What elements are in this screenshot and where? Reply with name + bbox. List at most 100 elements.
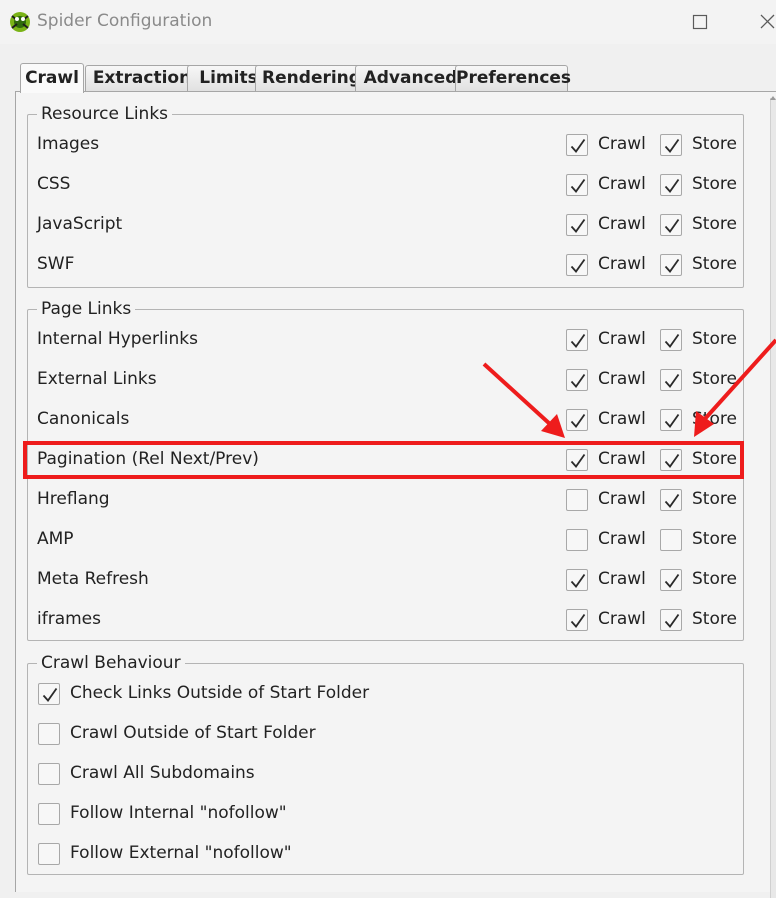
crawl-label: Crawl (598, 134, 646, 154)
tab-rendering[interactable]: Rendering (255, 65, 368, 91)
store-checkbox[interactable] (660, 254, 682, 276)
resource-links-group: Resource Links Images Crawl Store CSS Crawl S… (27, 104, 744, 288)
page-link-row-label: External Links (37, 369, 157, 389)
maximize-button[interactable] (676, 0, 722, 44)
checkmark-icon (664, 218, 680, 233)
crawl-checkbox[interactable] (566, 489, 588, 511)
store-label: Store (692, 529, 737, 549)
crawl-checkbox[interactable] (566, 134, 588, 156)
vertical-scrollbar[interactable] (770, 98, 776, 898)
crawl-behaviour-label: Crawl Outside of Start Folder (70, 723, 316, 743)
close-icon (760, 14, 775, 29)
crawl-behaviour-label: Check Links Outside of Start Folder (70, 683, 370, 703)
page-link-row-label: Hreflang (37, 489, 110, 509)
resource-link-row-label: Images (37, 134, 100, 154)
crawl-checkbox[interactable] (566, 529, 588, 551)
store-checkbox[interactable] (660, 409, 682, 431)
page-link-row-label: iframes (37, 609, 101, 629)
store-checkbox[interactable] (660, 134, 682, 156)
checkmark-icon (570, 218, 586, 233)
checkmark-icon (664, 573, 680, 588)
store-checkbox[interactable] (660, 569, 682, 591)
store-label: Store (692, 609, 737, 629)
store-label: Store (692, 214, 737, 234)
store-label: Store (692, 569, 737, 589)
checkmark-icon (664, 258, 680, 273)
crawl-checkbox[interactable] (566, 409, 588, 431)
store-label: Store (692, 174, 737, 194)
resource-link-row: SWF Crawl Store (28, 245, 743, 285)
crawl-checkbox[interactable] (566, 329, 588, 351)
crawl-behaviour-option: Check Links Outside of Start Folder (28, 674, 743, 714)
store-label: Store (692, 369, 737, 389)
resource-link-row-label: SWF (37, 254, 75, 274)
page-link-row: Meta Refresh Crawl Store (28, 560, 743, 600)
crawl-behaviour-checkbox[interactable] (38, 803, 60, 825)
crawl-behaviour-checkbox[interactable] (38, 723, 60, 745)
crawl-behaviour-option: Follow Internal "nofollow" (28, 794, 743, 834)
checkmark-icon (664, 413, 680, 428)
page-link-row-label: Internal Hyperlinks (37, 329, 198, 349)
crawl-label: Crawl (598, 214, 646, 234)
checkmark-icon (570, 373, 586, 388)
crawl-checkbox[interactable] (566, 254, 588, 276)
checkmark-icon (664, 333, 680, 348)
store-checkbox[interactable] (660, 174, 682, 196)
crawl-behaviour-label: Follow Internal "nofollow" (70, 803, 287, 823)
crawl-checkbox[interactable] (566, 369, 588, 391)
checkmark-icon (664, 613, 680, 628)
store-checkbox[interactable] (660, 489, 682, 511)
crawl-label: Crawl (598, 409, 646, 429)
crawl-behaviour-checkbox[interactable] (38, 683, 60, 705)
scroll-up-arrow-icon[interactable] (770, 94, 776, 102)
page-link-row: External Links Crawl Store (28, 360, 743, 400)
store-label: Store (692, 254, 737, 274)
crawl-behaviour-option: Crawl Outside of Start Folder (28, 714, 743, 754)
title-bar: Spider Configuration (0, 0, 776, 44)
resource-link-row-label: CSS (37, 174, 71, 194)
page-link-row: iframes Crawl Store (28, 600, 743, 640)
close-button[interactable] (740, 0, 776, 44)
checkmark-icon (42, 687, 58, 702)
checkmark-icon (570, 613, 586, 628)
checkmark-icon (570, 573, 586, 588)
checkmark-icon (664, 178, 680, 193)
crawl-checkbox[interactable] (566, 569, 588, 591)
highlight-box (23, 441, 744, 479)
tab-advanced[interactable]: Advanced (355, 65, 466, 91)
page-link-row-label: Canonicals (37, 409, 130, 429)
store-label: Store (692, 409, 737, 429)
crawl-label: Crawl (598, 529, 646, 549)
resource-link-row-label: JavaScript (37, 214, 123, 234)
checkmark-icon (570, 333, 586, 348)
tab-preferences[interactable]: Preferences (455, 65, 571, 91)
store-checkbox[interactable] (660, 329, 682, 351)
page-link-row: Internal Hyperlinks Crawl Store (28, 320, 743, 360)
window-title: Spider Configuration (37, 11, 213, 31)
crawl-checkbox[interactable] (566, 609, 588, 631)
store-checkbox[interactable] (660, 214, 682, 236)
store-checkbox[interactable] (660, 609, 682, 631)
maximize-icon (692, 14, 708, 30)
page-link-row-label: AMP (37, 529, 74, 549)
checkmark-icon (664, 493, 680, 508)
store-checkbox[interactable] (660, 529, 682, 551)
crawl-behaviour-option: Follow External "nofollow" (28, 834, 743, 874)
crawl-label: Crawl (598, 369, 646, 389)
crawl-behaviour-checkbox[interactable] (38, 763, 60, 785)
page-link-row: AMP Crawl Store (28, 520, 743, 560)
crawl-label: Crawl (598, 489, 646, 509)
crawl-checkbox[interactable] (566, 214, 588, 236)
crawl-behaviour-checkbox[interactable] (38, 843, 60, 865)
page-link-row-label: Meta Refresh (37, 569, 149, 589)
checkmark-icon (664, 138, 680, 153)
store-checkbox[interactable] (660, 369, 682, 391)
crawl-behaviour-label: Crawl All Subdomains (70, 763, 255, 783)
crawl-behaviour-option: Crawl All Subdomains (28, 754, 743, 794)
page-links-title: Page Links (37, 299, 136, 319)
tab-crawl[interactable]: Crawl (20, 63, 84, 93)
tab-extraction[interactable]: Extraction (85, 65, 199, 91)
crawl-checkbox[interactable] (566, 174, 588, 196)
resource-link-row: Images Crawl Store (28, 125, 743, 165)
crawl-label: Crawl (598, 569, 646, 589)
